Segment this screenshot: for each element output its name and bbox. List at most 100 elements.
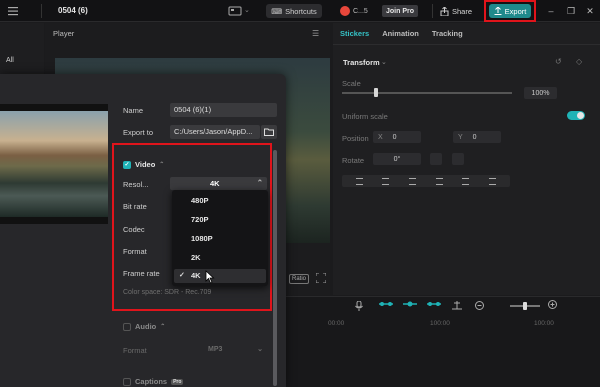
video-thumbnail bbox=[0, 111, 108, 217]
avatar bbox=[340, 6, 350, 16]
chevron-down-icon[interactable]: ⌄ bbox=[381, 58, 387, 66]
align-left-icon[interactable] bbox=[355, 177, 363, 185]
divider bbox=[333, 44, 600, 45]
chevron-up-icon: ⌃ bbox=[160, 324, 166, 330]
bitrate-label: Bit rate bbox=[123, 202, 147, 211]
tab-stickers[interactable]: Stickers bbox=[340, 29, 369, 38]
project-title: 0504 (6) bbox=[58, 6, 88, 15]
position-y-field[interactable]: Y0 bbox=[453, 131, 501, 143]
name-label: Name bbox=[123, 106, 144, 115]
export-path-input[interactable]: C:/Users/Jason/AppD... bbox=[170, 125, 260, 139]
microphone-icon[interactable] bbox=[355, 301, 367, 311]
transform-title: Transform bbox=[343, 58, 380, 67]
align-top-icon[interactable] bbox=[435, 177, 443, 185]
position-x-value: 0 bbox=[392, 133, 397, 141]
audio-checkbox[interactable] bbox=[123, 322, 131, 331]
shortcuts-label: Shortcuts bbox=[285, 6, 317, 16]
time-mark: 100:00 bbox=[430, 320, 450, 327]
zoom-slider-handle[interactable] bbox=[523, 302, 527, 310]
rotate-reset[interactable] bbox=[452, 153, 464, 165]
position-x-field[interactable]: X0 bbox=[373, 131, 421, 143]
codec-label: Codec bbox=[123, 225, 145, 234]
keyboard-icon: ⌨ bbox=[271, 6, 283, 16]
format-label: Format bbox=[123, 247, 147, 256]
inspector-tabs: Stickers Animation Tracking bbox=[340, 29, 463, 38]
reset-icon[interactable]: ↺ bbox=[555, 57, 562, 66]
minimize-icon[interactable]: – bbox=[546, 6, 556, 16]
color-space-info: Color space: SDR - Rec.709 bbox=[123, 289, 212, 296]
resolution-option-480p[interactable]: 480P bbox=[174, 194, 266, 208]
align-right-icon[interactable] bbox=[409, 177, 417, 185]
resolution-select[interactable]: 4K ⌃ bbox=[170, 177, 267, 190]
option-label: 480P bbox=[191, 196, 209, 205]
time-mark: 100:00 bbox=[534, 320, 554, 327]
join-pro-button[interactable]: Join Pro bbox=[382, 5, 418, 17]
audio-format-label: Format bbox=[123, 346, 147, 355]
align-center-v-icon[interactable] bbox=[462, 177, 470, 185]
resolution-option-2k[interactable]: 2K bbox=[174, 251, 266, 265]
folder-browse-button[interactable] bbox=[261, 125, 277, 139]
layout-icon[interactable] bbox=[228, 5, 242, 17]
tab-all[interactable]: All bbox=[6, 57, 14, 64]
rotate-stepper[interactable] bbox=[430, 153, 442, 165]
name-input[interactable]: 0504 (6)(1) bbox=[170, 103, 277, 117]
keyframe-icon[interactable]: ◇ bbox=[576, 57, 582, 66]
video-section-header[interactable]: ✓ Video ⌃ bbox=[123, 160, 164, 169]
menu-icon[interactable] bbox=[8, 6, 18, 16]
scale-slider[interactable] bbox=[342, 92, 512, 94]
audio-section-title: Audio bbox=[135, 322, 157, 331]
video-section-title: Video bbox=[135, 160, 156, 169]
share-label: Share bbox=[452, 6, 473, 16]
audio-format-value: MP3 bbox=[208, 346, 223, 353]
video-checkbox[interactable]: ✓ bbox=[123, 160, 131, 169]
zoom-out-icon[interactable] bbox=[475, 301, 487, 310]
folder-icon bbox=[264, 128, 274, 136]
scale-value-field[interactable]: 100% bbox=[524, 87, 557, 99]
tab-tracking[interactable]: Tracking bbox=[432, 29, 463, 38]
audio-format-select[interactable]: MP3 ⌄ bbox=[170, 343, 267, 356]
alignment-toolbar bbox=[342, 175, 510, 187]
player-title: Player bbox=[53, 29, 75, 38]
menu-icon[interactable]: ☰ bbox=[312, 29, 320, 38]
shortcuts-button[interactable]: ⌨ Shortcuts bbox=[266, 4, 322, 18]
tab-animation[interactable]: Animation bbox=[382, 29, 419, 38]
uniform-scale-label: Uniform scale bbox=[342, 112, 388, 121]
chevron-down-icon: ⌄ bbox=[257, 346, 263, 353]
divider bbox=[41, 4, 42, 18]
captions-checkbox[interactable] bbox=[123, 377, 131, 386]
chevron-down-icon[interactable]: ⌄ bbox=[244, 6, 250, 14]
rotate-field[interactable]: 0° bbox=[373, 153, 421, 165]
resolution-option-4k[interactable]: ✓ 4K bbox=[174, 269, 266, 283]
user-account[interactable]: C...5 bbox=[340, 4, 378, 18]
close-icon[interactable]: ✕ bbox=[585, 6, 595, 16]
fullscreen-icon[interactable] bbox=[316, 273, 326, 283]
link-icon[interactable] bbox=[379, 301, 393, 310]
audio-section-header[interactable]: Audio ⌃ bbox=[123, 322, 165, 331]
user-label: C...5 bbox=[353, 7, 368, 15]
zoom-in-icon[interactable] bbox=[548, 300, 557, 309]
uniform-scale-toggle[interactable] bbox=[567, 111, 585, 120]
export-to-label: Export to bbox=[123, 128, 154, 137]
align-bottom-icon[interactable] bbox=[489, 177, 497, 185]
resolution-option-1080p[interactable]: 1080P bbox=[174, 232, 266, 246]
chevron-up-icon: ⌃ bbox=[159, 162, 165, 168]
align-center-h-icon[interactable] bbox=[382, 177, 390, 185]
ratio-button[interactable]: Ratio bbox=[289, 274, 309, 284]
resolution-option-720p[interactable]: 720P bbox=[174, 213, 266, 227]
pro-badge: Pro bbox=[171, 378, 184, 385]
timeline-toolbar bbox=[355, 301, 487, 311]
split-link-icon[interactable] bbox=[427, 301, 441, 310]
chevron-up-icon: ⌃ bbox=[256, 178, 263, 187]
scale-slider-handle[interactable] bbox=[374, 88, 378, 97]
dialog-scrollbar[interactable] bbox=[273, 150, 277, 386]
restore-icon[interactable]: ❐ bbox=[566, 6, 576, 16]
scale-label: Scale bbox=[342, 79, 361, 88]
resolution-dropdown: 480P 720P 1080P 2K ✓ 4K bbox=[172, 190, 268, 286]
magnet-icon[interactable] bbox=[403, 301, 417, 310]
share-button[interactable]: Share bbox=[440, 4, 478, 18]
option-label: 720P bbox=[191, 215, 209, 224]
mouse-cursor-icon bbox=[205, 270, 215, 284]
captions-section-header[interactable]: Captions Pro bbox=[123, 377, 184, 386]
preview-axis-icon[interactable] bbox=[451, 301, 463, 310]
framerate-label: Frame rate bbox=[123, 269, 160, 278]
